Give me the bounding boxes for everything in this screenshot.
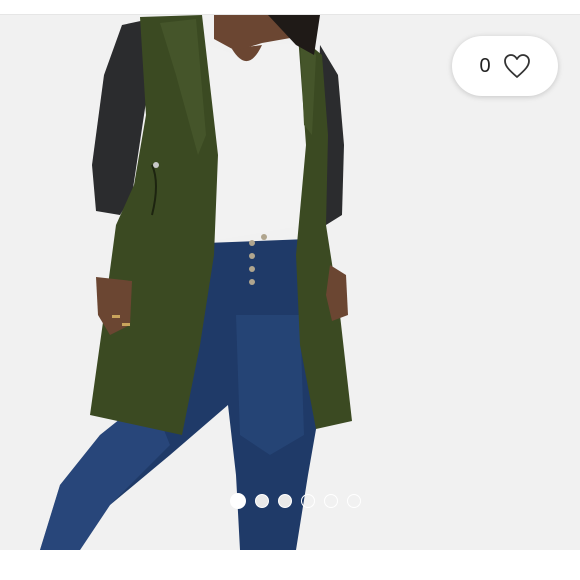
top-divider xyxy=(0,0,580,15)
below-photo-area xyxy=(0,550,580,580)
carousel-indicator xyxy=(0,493,580,512)
like-count: 0 xyxy=(479,54,491,77)
heart-outline-icon xyxy=(503,54,530,78)
carousel-dot[interactable] xyxy=(277,494,292,508)
carousel-dot[interactable] xyxy=(300,494,315,508)
carousel-dot[interactable] xyxy=(323,494,338,508)
carousel-dot[interactable] xyxy=(346,494,361,508)
like-button[interactable]: 0 xyxy=(452,36,558,96)
carousel-dot[interactable] xyxy=(229,493,246,509)
carousel-dot[interactable] xyxy=(254,494,269,508)
